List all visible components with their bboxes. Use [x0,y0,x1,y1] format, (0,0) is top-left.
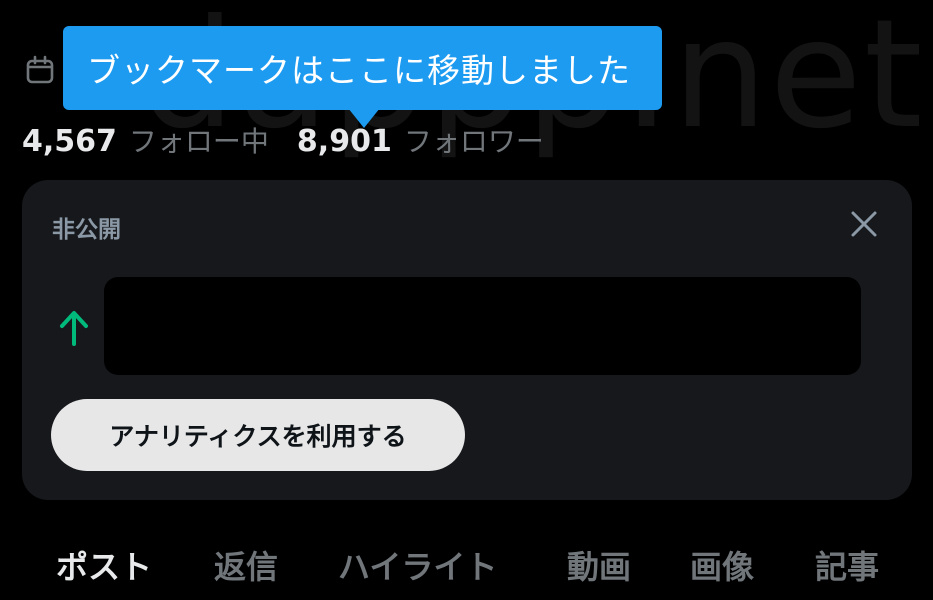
tab-replies[interactable]: 返信 [214,535,278,595]
tab-articles[interactable]: 記事 [815,535,879,595]
calendar-icon [26,55,54,84]
following-link[interactable]: 4,567 フォロー中 [22,120,269,160]
bookmark-moved-tooltip: ブックマークはここに移動しました [63,26,662,110]
following-label: フォロー中 [128,125,269,158]
tab-images[interactable]: 画像 [690,535,754,595]
profile-page: dappp.net ブックマークはここに移動しました 4,567 フォロー中 8… [0,0,933,600]
metric-box [104,277,861,375]
followers-label: フォロワー [403,125,544,158]
follow-stats: 4,567 フォロー中 8,901 フォロワー [22,120,572,160]
following-count: 4,567 [22,124,117,159]
tab-highlights[interactable]: ハイライト [338,535,497,595]
use-analytics-button[interactable]: アナリティクスを利用する [51,399,465,471]
followers-link[interactable]: 8,901 フォロワー [297,120,544,160]
tooltip-text: ブックマークはここに移動しました [87,51,631,90]
tab-posts[interactable]: ポスト [56,535,152,595]
close-button[interactable] [844,204,884,244]
profile-tabs: ポスト 返信 ハイライト 動画 画像 記事 [0,535,933,595]
arrow-up-icon [60,311,88,346]
analytics-card: 非公開 アナリティクスを利用する [22,180,912,500]
followers-count: 8,901 [296,124,392,159]
close-icon [851,211,877,237]
card-title: 非公開 [52,217,121,243]
tab-videos[interactable]: 動画 [567,535,631,595]
